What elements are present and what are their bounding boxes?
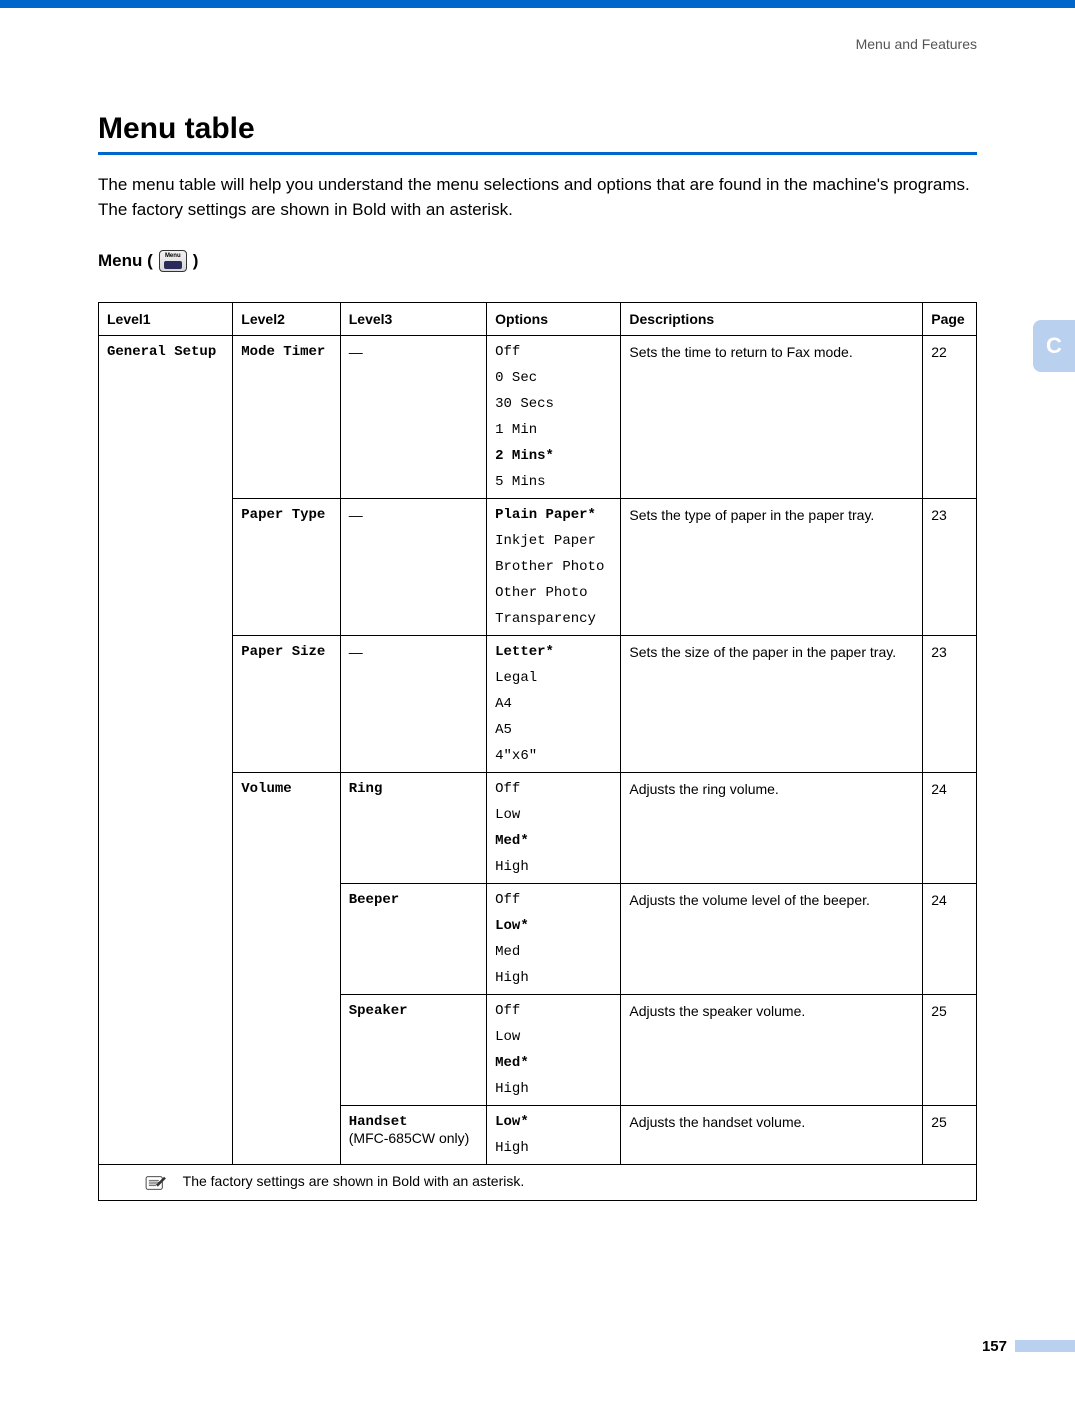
col-level3: Level3 (340, 303, 486, 336)
cell-level3: — (340, 636, 486, 773)
option: Brother Photo (495, 559, 612, 575)
cell-page: 22 (923, 336, 977, 499)
cell-page: 23 (923, 499, 977, 636)
option: Med (495, 944, 612, 960)
table-footnote-row: The factory settings are shown in Bold w… (99, 1165, 977, 1200)
col-level2: Level2 (233, 303, 340, 336)
page-number: 157 (982, 1338, 1013, 1355)
option: Off (495, 1003, 612, 1019)
cell-options: Off 0 Sec 30 Secs 1 Min 2 Mins* 5 Mins (487, 336, 621, 499)
cell-description: Adjusts the ring volume. (621, 773, 923, 884)
cell-options: Low* High (487, 1106, 621, 1165)
cell-level3: — (340, 499, 486, 636)
menu-button-icon-label: Menu (165, 253, 181, 259)
cell-level2: Volume (241, 781, 291, 797)
option: A4 (495, 696, 612, 712)
cell-options: Letter* Legal A4 A5 4"x6" (487, 636, 621, 773)
cell-page: 23 (923, 636, 977, 773)
table-footnote-text: The factory settings are shown in Bold w… (183, 1173, 525, 1189)
option-default: Med* (495, 1055, 612, 1071)
intro-paragraph: The menu table will help you understand … (98, 173, 977, 222)
option-default: Low* (495, 918, 612, 934)
option: Legal (495, 670, 612, 686)
col-options: Options (487, 303, 621, 336)
option: Off (495, 892, 612, 908)
col-page: Page (923, 303, 977, 336)
cell-page: 24 (923, 884, 977, 995)
cell-level2: Paper Size (241, 644, 325, 660)
note-icon (145, 1174, 167, 1192)
cell-description: Adjusts the volume level of the beeper. (621, 884, 923, 995)
option: 5 Mins (495, 474, 612, 490)
option: 4"x6" (495, 748, 612, 764)
option: 1 Min (495, 422, 612, 438)
option: A5 (495, 722, 612, 738)
cell-level2: Mode Timer (241, 344, 325, 360)
section-tab: C (1033, 320, 1075, 372)
cell-level1: General Setup (107, 344, 216, 360)
option: High (495, 859, 612, 875)
option: Low (495, 807, 612, 823)
option-default: Plain Paper* (495, 507, 612, 523)
cell-description: Sets the size of the paper in the paper … (621, 636, 923, 773)
cell-level3: Ring (349, 781, 383, 797)
option: Other Photo (495, 585, 612, 601)
top-accent-bar (0, 0, 1075, 8)
cell-level3: Handset (349, 1114, 408, 1130)
page-footer: 157 (0, 1331, 1075, 1371)
cell-page: 24 (923, 773, 977, 884)
cell-level2: Paper Type (241, 507, 325, 523)
menu-heading-prefix: Menu ( (98, 251, 153, 271)
cell-options: Off Low Med* High (487, 995, 621, 1106)
menu-heading-suffix: ) (193, 251, 199, 271)
option: High (495, 1140, 612, 1156)
header-section-label: Menu and Features (0, 8, 1075, 52)
menu-table: Level1 Level2 Level3 Options Description… (98, 302, 977, 1200)
cell-level3: Speaker (349, 1003, 408, 1019)
cell-options: Off Low Med* High (487, 773, 621, 884)
cell-description: Adjusts the handset volume. (621, 1106, 923, 1165)
cell-page: 25 (923, 995, 977, 1106)
option: Off (495, 344, 612, 360)
cell-options: Off Low* Med High (487, 884, 621, 995)
option-default: Low* (495, 1114, 612, 1130)
cell-description: Sets the type of paper in the paper tray… (621, 499, 923, 636)
option: 0 Sec (495, 370, 612, 386)
option: Off (495, 781, 612, 797)
option: High (495, 1081, 612, 1097)
cell-description: Adjusts the speaker volume. (621, 995, 923, 1106)
cell-page: 25 (923, 1106, 977, 1165)
option: Low (495, 1029, 612, 1045)
table-row: General Setup Mode Timer — Off 0 Sec 30 … (99, 336, 977, 499)
cell-level3: — (340, 336, 486, 499)
cell-level3: Beeper (349, 892, 399, 908)
page-title: Menu table (98, 112, 977, 146)
option-default: Med* (495, 833, 612, 849)
page-number-stripe (1015, 1340, 1075, 1352)
menu-subheading: Menu ( Menu ) (98, 250, 977, 272)
col-level1: Level1 (99, 303, 233, 336)
menu-button-icon: Menu (159, 250, 187, 272)
table-header-row: Level1 Level2 Level3 Options Description… (99, 303, 977, 336)
title-rule (98, 152, 977, 155)
col-descriptions: Descriptions (621, 303, 923, 336)
option-default: Letter* (495, 644, 612, 660)
cell-description: Sets the time to return to Fax mode. (621, 336, 923, 499)
option-default: 2 Mins* (495, 448, 612, 464)
option: Transparency (495, 611, 612, 627)
option: High (495, 970, 612, 986)
option: 30 Secs (495, 396, 612, 412)
cell-level3-note: (MFC-685CW only) (349, 1130, 470, 1146)
option: Inkjet Paper (495, 533, 612, 549)
cell-options: Plain Paper* Inkjet Paper Brother Photo … (487, 499, 621, 636)
menu-button-icon-bar (164, 261, 182, 269)
